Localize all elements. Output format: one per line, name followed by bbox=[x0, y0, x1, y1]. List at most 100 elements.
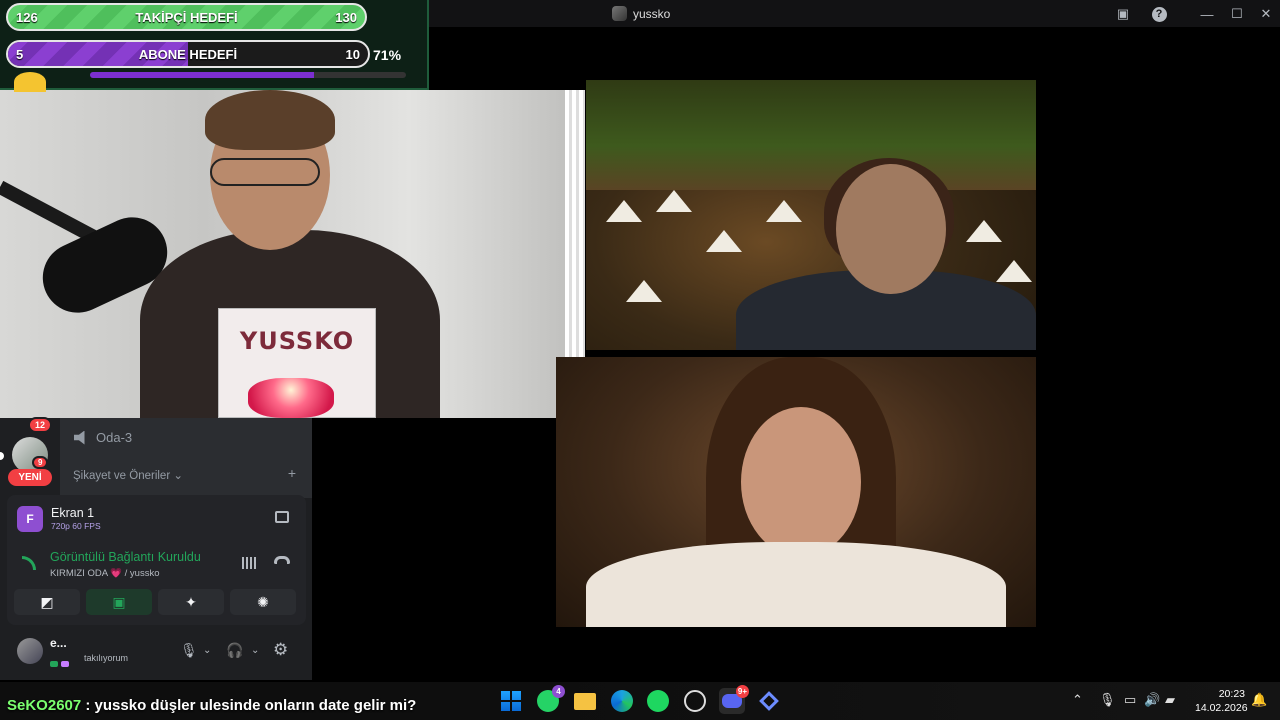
nitro-icon bbox=[61, 661, 69, 667]
discord-icon[interactable]: 9+ bbox=[719, 685, 749, 714]
audio-options-chevron-icon[interactable]: ⌄ bbox=[251, 640, 259, 660]
tray-display-icon[interactable]: ▭ bbox=[1124, 692, 1136, 708]
game-icon bbox=[50, 661, 58, 667]
screen-share-icon[interactable]: ▣ bbox=[1113, 4, 1133, 24]
subscriber-target: 10 bbox=[345, 46, 360, 62]
headphones-icon[interactable]: 🎧 bbox=[226, 640, 243, 660]
voice-channel[interactable]: Oda-3 bbox=[74, 430, 132, 445]
tray-battery-icon[interactable]: ▰ bbox=[1165, 692, 1175, 708]
disconnect-icon[interactable] bbox=[274, 556, 290, 564]
screen-share-quality: 720p 60 FPS bbox=[51, 521, 101, 531]
person-glasses bbox=[210, 158, 320, 186]
napkin bbox=[706, 230, 742, 252]
notification-bell-icon[interactable]: 🔔 bbox=[1251, 692, 1267, 708]
goal-progress-bar bbox=[90, 72, 406, 78]
share-screen-button[interactable]: ▣ bbox=[86, 589, 152, 615]
whatsapp-icon[interactable]: 4 bbox=[535, 685, 565, 714]
settings-gear-icon[interactable]: ⚙ bbox=[273, 640, 288, 660]
user-name[interactable]: e... bbox=[50, 636, 67, 650]
subscriber-goal-label: ABONE HEDEFİ bbox=[138, 46, 238, 62]
windows-start-icon[interactable] bbox=[498, 688, 524, 714]
sign-text: YUSSKO bbox=[239, 327, 355, 355]
chevron-down-icon: ⌄ bbox=[173, 470, 183, 482]
activity-icons bbox=[50, 654, 80, 667]
person-head bbox=[836, 164, 946, 294]
whatsapp-badge: 4 bbox=[552, 685, 565, 698]
discord-badge: 9+ bbox=[735, 685, 749, 698]
screen-share-row: F Ekran 1 720p 60 FPS bbox=[17, 504, 297, 534]
chat-text: : yussko düşler ulesinde onların date ge… bbox=[85, 697, 417, 714]
voice-connection-panel: F Ekran 1 720p 60 FPS Görüntülü Bağlantı… bbox=[7, 495, 306, 625]
tray-microphone-icon[interactable]: 🎙 bbox=[1099, 692, 1116, 708]
goal-percent: 71% bbox=[373, 47, 402, 63]
follower-target: 130 bbox=[335, 9, 357, 25]
napkin bbox=[966, 220, 1002, 242]
screen-share-avatar: F bbox=[17, 506, 43, 532]
tray-volume-icon[interactable]: 🔊 bbox=[1144, 692, 1160, 708]
napkin bbox=[606, 200, 642, 222]
taskbar-clock[interactable]: 20:23 14.02.2026 bbox=[1195, 687, 1248, 715]
napkin bbox=[656, 190, 692, 212]
napkin bbox=[626, 280, 662, 302]
goal-overlay: 126 TAKİPÇİ HEDEFİ 130 5 ABONE HEDEFİ 10… bbox=[0, 0, 429, 92]
soundboard-icon: ✺ bbox=[257, 593, 269, 610]
video-tile-restaurant[interactable] bbox=[586, 80, 1036, 350]
minimize-icon[interactable]: — bbox=[1197, 4, 1217, 24]
chatgpt-icon[interactable] bbox=[682, 688, 708, 714]
app-icon[interactable] bbox=[756, 688, 782, 714]
speaker-icon bbox=[74, 430, 85, 445]
person-hair bbox=[205, 90, 335, 150]
tray-chevron-up-icon[interactable]: ⌃ bbox=[1072, 692, 1083, 708]
emoji-icon bbox=[14, 72, 46, 92]
voice-channel-name: Oda-3 bbox=[96, 430, 133, 445]
chat-message: SeKO2607 : yussko düşler ulesinde onları… bbox=[7, 697, 416, 714]
napkin bbox=[996, 260, 1032, 282]
chat-username: SeKO2607 bbox=[7, 697, 82, 714]
mention-badge: 12 bbox=[28, 417, 53, 433]
edge-icon[interactable] bbox=[609, 688, 635, 714]
file-explorer-icon[interactable] bbox=[572, 688, 598, 714]
soundboard-button[interactable]: ✺ bbox=[230, 589, 296, 615]
window-title: yussko bbox=[633, 6, 671, 21]
clock-time: 20:23 bbox=[1218, 688, 1245, 700]
napkin bbox=[766, 200, 802, 222]
mic-options-chevron-icon[interactable]: ⌄ bbox=[203, 640, 211, 660]
add-channel-icon[interactable]: + bbox=[288, 465, 296, 481]
close-icon[interactable]: ✕ bbox=[1256, 4, 1276, 24]
user-avatar[interactable] bbox=[17, 638, 43, 664]
spotify-icon[interactable] bbox=[645, 688, 671, 714]
stop-stream-icon[interactable] bbox=[275, 511, 289, 523]
candle bbox=[248, 378, 334, 418]
activities-icon: ✦ bbox=[185, 593, 197, 610]
category-header[interactable]: Şikayet ve Öneriler ⌄ bbox=[73, 468, 183, 482]
title-avatar-icon bbox=[612, 6, 627, 21]
person-sweater bbox=[586, 542, 1006, 627]
connection-room[interactable]: KIRMIZI ODA 💗 / yussko bbox=[50, 568, 160, 579]
screen-share-name: Ekran 1 bbox=[51, 506, 95, 520]
clock-date: 14.02.2026 bbox=[1195, 702, 1248, 714]
second-badge: 9 bbox=[32, 456, 49, 469]
connection-signal-icon bbox=[22, 556, 36, 570]
user-panel: e... takılıyorum 🎙 ⌄ 🎧 ⌄ ⚙ bbox=[7, 632, 306, 670]
window-title-area: yussko bbox=[612, 6, 670, 21]
help-icon[interactable]: ? bbox=[1149, 4, 1169, 24]
share-screen-icon: ▣ bbox=[112, 593, 126, 610]
noise-suppression-icon[interactable] bbox=[242, 557, 258, 569]
connection-status[interactable]: Görüntülü Bağlantı Kuruldu bbox=[50, 550, 201, 564]
video-tile-guest[interactable] bbox=[556, 357, 1036, 627]
category-name: Şikayet ve Öneriler bbox=[73, 470, 171, 482]
subscriber-goal-bar: 5 ABONE HEDEFİ 10 bbox=[6, 40, 370, 68]
new-pill[interactable]: YENİ bbox=[8, 469, 52, 486]
microphone-icon[interactable]: 🎙 bbox=[180, 640, 198, 660]
restaurant-wall bbox=[586, 80, 1036, 190]
video-tile-streamer[interactable]: YUSSKO bbox=[0, 90, 585, 418]
person-head bbox=[741, 407, 861, 557]
maximize-icon[interactable]: ☐ bbox=[1227, 4, 1247, 24]
camera-off-icon: ◩ bbox=[40, 593, 54, 610]
follower-goal-bar: 126 TAKİPÇİ HEDEFİ 130 bbox=[6, 3, 367, 31]
activities-button[interactable]: ✦ bbox=[158, 589, 224, 615]
channel-list: Oda-3 Şikayet ve Öneriler ⌄ + bbox=[60, 418, 312, 498]
user-status: takılıyorum bbox=[84, 653, 129, 663]
camera-off-button[interactable]: ◩ bbox=[14, 589, 80, 615]
goal-progress-fill bbox=[90, 72, 315, 78]
